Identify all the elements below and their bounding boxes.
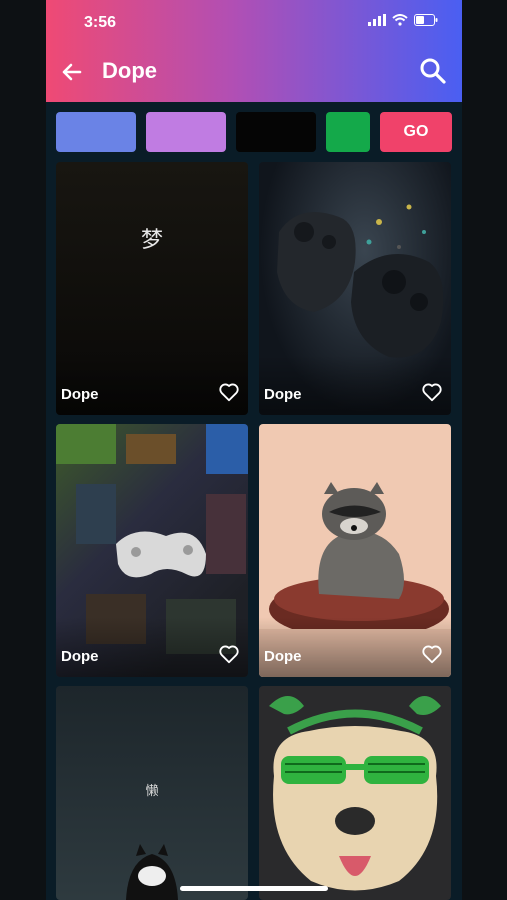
cat-illustration bbox=[126, 844, 178, 900]
wallpaper-card[interactable]: Dope bbox=[56, 424, 248, 677]
wifi-icon bbox=[392, 14, 408, 26]
search-icon bbox=[420, 58, 446, 84]
wallpaper-label: Dope bbox=[61, 386, 99, 403]
wallpaper-label: Dope bbox=[264, 386, 302, 403]
color-filter-bar: GO bbox=[46, 102, 462, 160]
battery-icon bbox=[414, 14, 438, 26]
wallpaper-card[interactable]: 懒 bbox=[56, 686, 248, 900]
color-swatch-purple[interactable] bbox=[146, 112, 226, 152]
wallpaper-card[interactable] bbox=[259, 686, 451, 900]
heart-outline-icon[interactable] bbox=[218, 643, 240, 665]
search-button[interactable] bbox=[418, 56, 448, 86]
page-title: Dope bbox=[102, 58, 157, 83]
wallpaper-card[interactable]: Dope bbox=[259, 162, 451, 415]
go-button[interactable]: GO bbox=[380, 112, 452, 152]
status-time: 3:56 bbox=[84, 14, 117, 31]
back-button[interactable] bbox=[58, 58, 86, 86]
app-bar: 3:56 Dope bbox=[46, 0, 462, 102]
wallpaper-card[interactable]: 梦 Dope bbox=[56, 162, 248, 415]
heart-outline-icon[interactable] bbox=[421, 381, 443, 403]
heart-outline-icon[interactable] bbox=[421, 643, 443, 665]
wallpaper-label: Dope bbox=[61, 648, 99, 665]
home-indicator[interactable] bbox=[180, 886, 328, 891]
wallpaper-card[interactable]: Dope bbox=[259, 424, 451, 677]
heart-outline-icon[interactable] bbox=[218, 381, 240, 403]
wallpaper-art-text: 梦 bbox=[140, 228, 163, 253]
color-swatch-green[interactable] bbox=[326, 112, 370, 152]
wallpaper-label: Dope bbox=[264, 648, 302, 665]
phone-screen: 3:56 Dope GO 梦 Dope Dope Dope Dope 懒 bbox=[46, 0, 462, 900]
arrow-left-icon bbox=[62, 63, 82, 81]
color-swatch-black[interactable] bbox=[236, 112, 316, 152]
dog-illustration bbox=[269, 696, 441, 891]
status-icons bbox=[368, 14, 438, 26]
wallpaper-grid: 梦 Dope Dope Dope Dope 懒 bbox=[56, 162, 452, 900]
signal-icon bbox=[368, 14, 386, 26]
color-swatch-blue[interactable] bbox=[56, 112, 136, 152]
title-row: Dope bbox=[46, 50, 462, 94]
